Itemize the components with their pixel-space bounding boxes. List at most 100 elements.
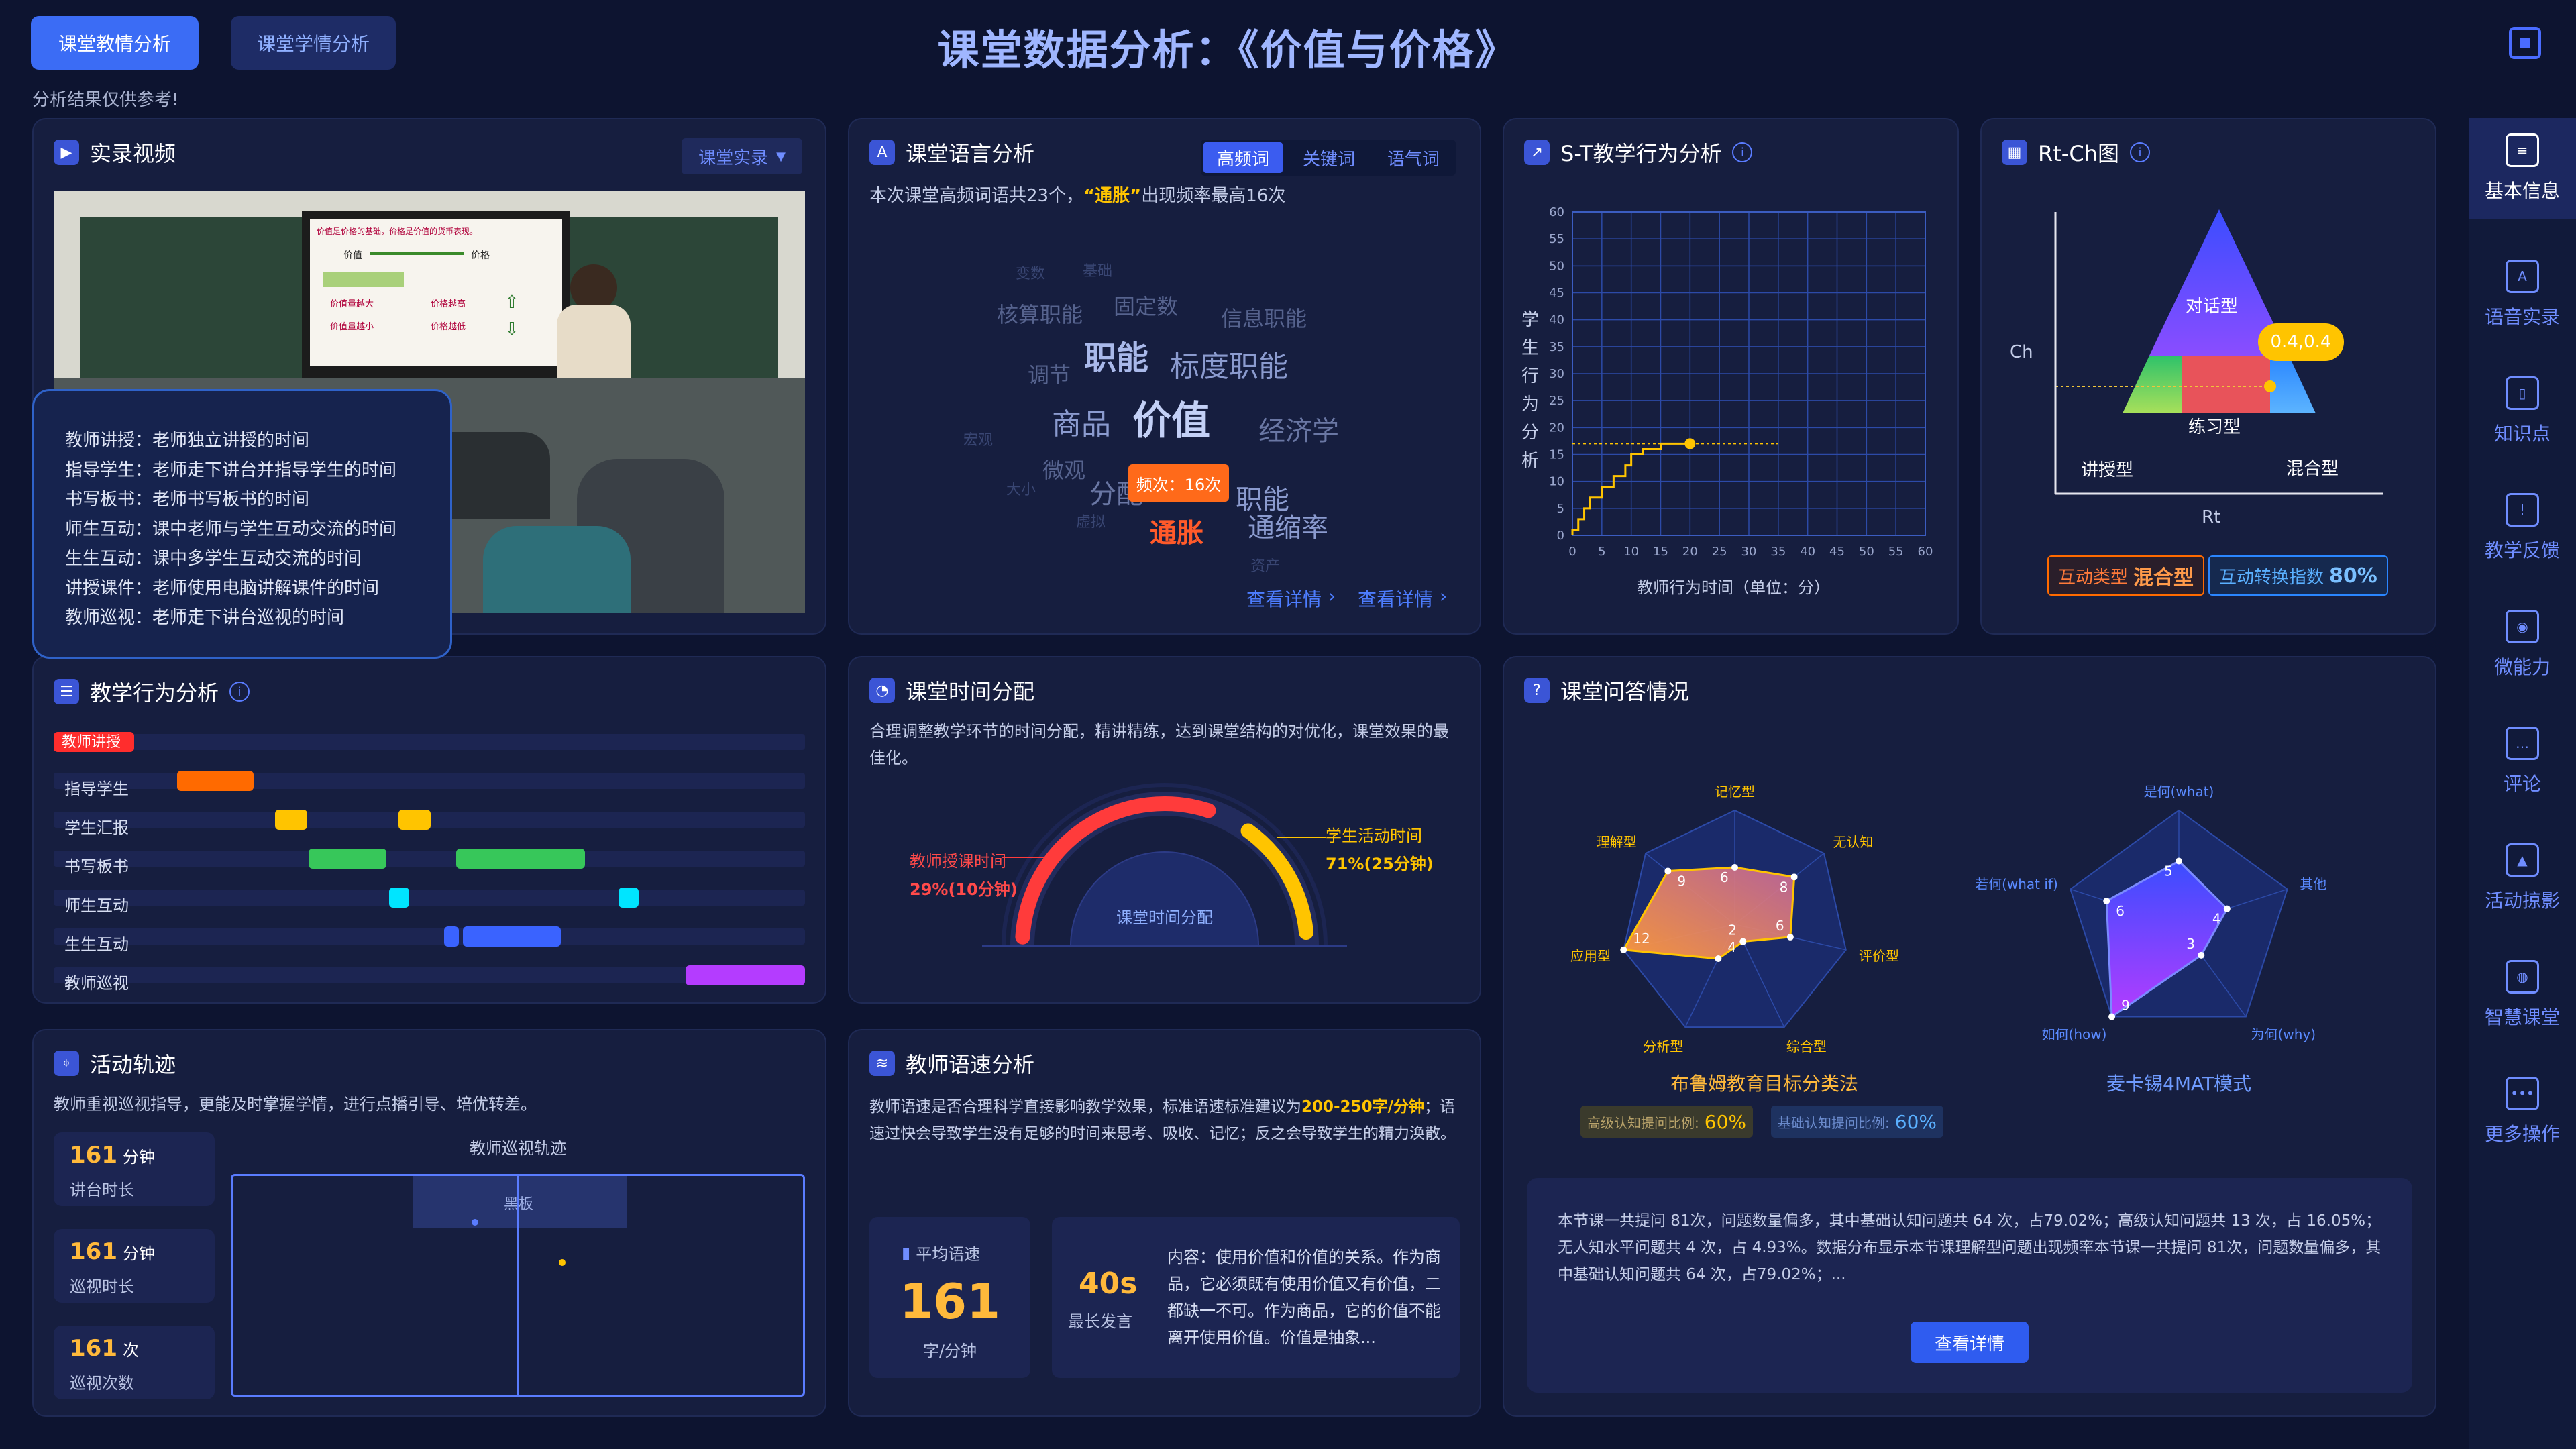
conversion-index-tag: 互动转换指数 80% [2208, 555, 2388, 596]
qa-radar-charts: 68624129 54396 [1620, 809, 2288, 1028]
nav-item[interactable]: A 语音实录 [2469, 244, 2576, 345]
image-icon: ▲ [2506, 843, 2539, 877]
behavior-track [54, 771, 805, 791]
word-cloud-item[interactable]: 标度职能 [1170, 342, 1288, 385]
word-cloud-item[interactable]: 固定数 [1114, 290, 1178, 321]
nav-item[interactable]: ▯ 知识点 [2469, 361, 2576, 462]
longest-speech-content: 内容：使用价值和价值的关系。作为商品，它必须既有使用价值又有价值，二都缺一不可。… [1167, 1248, 1441, 1347]
basic-cognition-tag: 基础认知提问比例: 60% [1771, 1106, 1943, 1138]
st-point[interactable] [1684, 438, 1696, 449]
info-icon[interactable]: i [229, 682, 250, 702]
qa-panel: ? 课堂问答情况 6 8 6 2 4 12 9 54396 记忆型 无认知 评价型 综合型 分析型应… [1503, 656, 2436, 1417]
word-cloud-item[interactable]: 资产 [1250, 554, 1280, 576]
behavior-segment[interactable] [456, 849, 585, 869]
word-cloud-item[interactable]: 信息职能 [1221, 302, 1307, 333]
radar-value: 12 [1633, 930, 1650, 947]
view-details-button[interactable]: 查看详情 [1911, 1322, 2029, 1363]
radar-value: 6 [2116, 903, 2125, 919]
word-cloud-item[interactable]: 宏观 [963, 428, 993, 449]
radar-point[interactable] [2223, 905, 2231, 912]
student-time-label: 学生活动时间 [1326, 826, 1422, 845]
word-cloud-item[interactable]: 经济学 [1258, 409, 1339, 448]
radar-point[interactable] [1739, 938, 1747, 945]
behavior-segment[interactable] [398, 810, 431, 830]
nav-item[interactable]: ••• 更多操作 [2469, 1061, 2576, 1162]
word-cloud-item[interactable]: 变数 [1016, 262, 1045, 283]
word-cloud-item[interactable]: 价值 [1132, 389, 1210, 445]
behavior-segment[interactable] [686, 965, 805, 985]
behavior-segment[interactable] [619, 888, 639, 908]
nav-item[interactable]: … 评论 [2469, 711, 2576, 812]
tooltip-line: 指导学生：老师走下讲台并指导学生的时间 [65, 460, 397, 480]
behavior-track [54, 965, 805, 985]
video-icon: ▶ [54, 140, 79, 165]
radar-point[interactable] [2103, 897, 2110, 904]
x-tick-label: 40 [1800, 545, 1815, 559]
rtch-panel: ▦ Rt-Ch图 i Ch Rt 对话型 练习型 讲授型 混合型 0.4,0.4… [1980, 118, 2436, 635]
nav-item[interactable]: ◉ 微能力 [2469, 594, 2576, 695]
radar-point[interactable] [1786, 933, 1794, 941]
tab-modal-words[interactable]: 语气词 [1374, 142, 1453, 173]
behavior-segment[interactable] [389, 888, 409, 908]
radar-point[interactable] [2176, 857, 2182, 865]
speed-desc: 教师语速是否合理科学直接影响教学效果，标准语速标准建议为200-250字/分钟；… [869, 1098, 1456, 1142]
teacher-time-label: 教师授课时间 [910, 852, 1006, 871]
classroom-map: 黑板 [231, 1174, 805, 1397]
qa-summary-box: 本节课一共提问 81次，问题数量偏多，其中基础认知问题共 64 次，占79.02… [1527, 1178, 2412, 1393]
trace-stat-card: 161 分钟 讲台时长 [54, 1132, 215, 1206]
radar-point[interactable] [2198, 951, 2205, 959]
behavior-segment[interactable] [309, 849, 386, 869]
behavior-segment[interactable] [275, 810, 307, 830]
y-tick-label: 15 [1549, 448, 1564, 462]
word-cloud-item[interactable]: 微观 [1042, 453, 1085, 484]
zone-lecture: 讲授型 [2081, 460, 2134, 480]
radar-point[interactable] [1620, 946, 1627, 953]
video-source-dropdown[interactable]: 课堂实录 ▼ [682, 138, 802, 174]
word-cloud-item[interactable]: 基础 [1083, 259, 1112, 280]
nav-item[interactable]: ! 教学反馈 [2469, 478, 2576, 578]
behavior-segment[interactable] [444, 926, 459, 947]
avg-speed-value: 161 [899, 1273, 1001, 1330]
radar-value: 6 [1776, 918, 1784, 934]
behavior-icon: ☰ [54, 679, 79, 704]
tab-keywords[interactable]: 关键词 [1289, 142, 1368, 173]
radar-point[interactable] [1715, 955, 1722, 963]
bloom-caption: 布鲁姆教育目标分类法 [1670, 1073, 1859, 1095]
y-tick-label: 40 [1549, 313, 1564, 327]
word-cloud-item[interactable]: 虚拟 [1076, 510, 1106, 531]
view-details-link[interactable]: 查看详情 › [1358, 585, 1447, 612]
language-title: 课堂语言分析 [906, 141, 1035, 166]
radar-point[interactable] [2108, 1013, 2116, 1020]
teacher-position-dot [559, 1259, 566, 1266]
word-cloud-item[interactable]: 核算职能 [997, 298, 1083, 329]
page-title: 课堂数据分析：《价值与价格》 [937, 25, 1518, 74]
speed-title: 教师语速分析 [906, 1052, 1035, 1077]
behavior-row: 师生互动 [54, 884, 805, 915]
map-divider [517, 1176, 519, 1395]
radar-value: 5 [2164, 863, 2173, 879]
tab-high-frequency[interactable]: 高频词 [1203, 142, 1283, 173]
tooltip-line: 师生互动：课中老师与学生互动交流的时间 [65, 519, 397, 539]
x-tick-label: 45 [1829, 545, 1845, 559]
blackboard-left [80, 217, 302, 378]
word-cloud-item[interactable]: 调节 [1028, 358, 1071, 389]
behavior-segment[interactable] [177, 771, 254, 791]
word-cloud-item[interactable]: 职能 [1084, 331, 1148, 378]
nav-item[interactable]: ≡ 基本信息 [2469, 118, 2576, 219]
radar-axis-label: 为何(why) [2251, 1026, 2316, 1042]
behavior-segment[interactable] [463, 926, 561, 947]
word-cloud-item[interactable]: 通缩率 [1248, 506, 1328, 545]
word-cloud-item[interactable]: 通胀 [1150, 511, 1203, 550]
view-details-link[interactable]: 查看详情 › [1246, 585, 1336, 612]
fullscreen-icon[interactable] [2509, 27, 2541, 59]
behavior-track [54, 926, 805, 947]
radar-point[interactable] [1790, 873, 1798, 881]
word-cloud-item[interactable]: 大小 [1006, 478, 1036, 499]
radar-point[interactable] [1664, 867, 1672, 875]
radar-point[interactable] [1731, 864, 1738, 871]
nav-item[interactable]: ◍ 智慧课堂 [2469, 945, 2576, 1045]
behavior-track [54, 810, 805, 830]
nav-item[interactable]: ▲ 活动掠影 [2469, 828, 2576, 928]
word-cloud-item[interactable]: 商品 [1052, 400, 1111, 443]
radar-axis-label: 评价型 [1858, 947, 1899, 964]
